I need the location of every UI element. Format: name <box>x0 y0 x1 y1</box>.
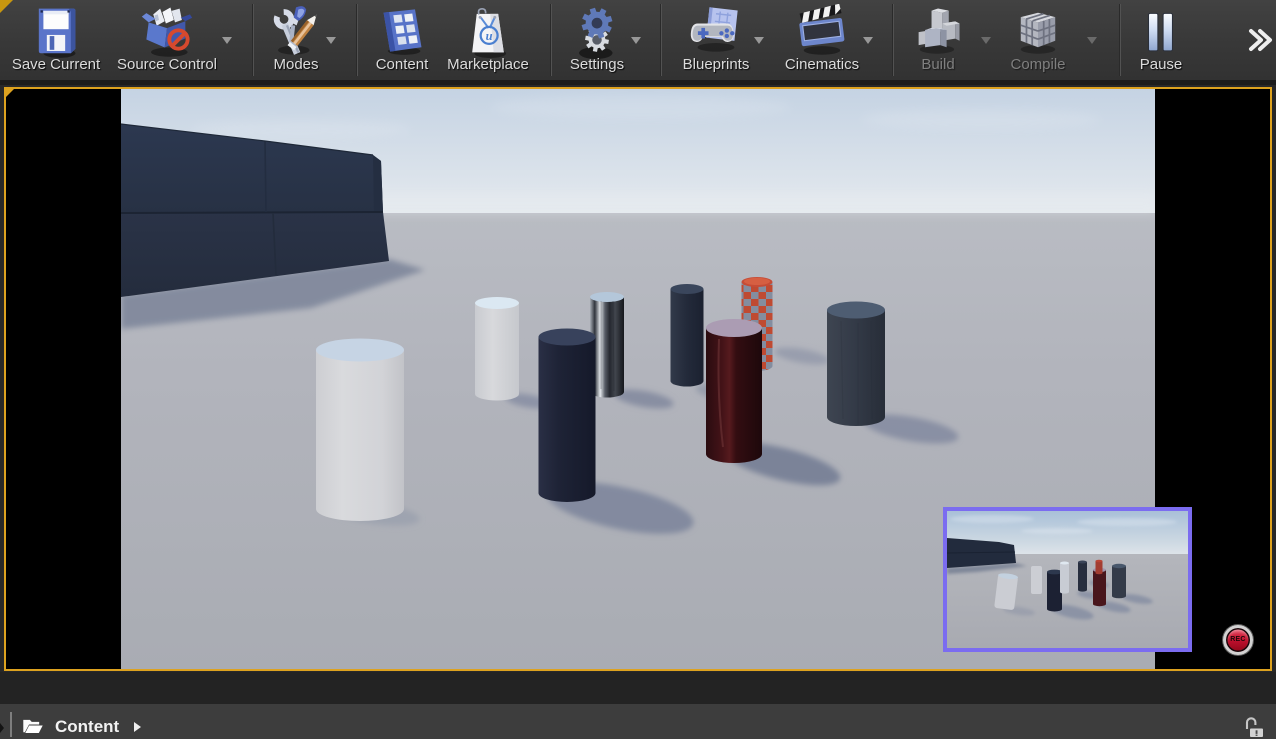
svg-text:u: u <box>486 29 493 43</box>
